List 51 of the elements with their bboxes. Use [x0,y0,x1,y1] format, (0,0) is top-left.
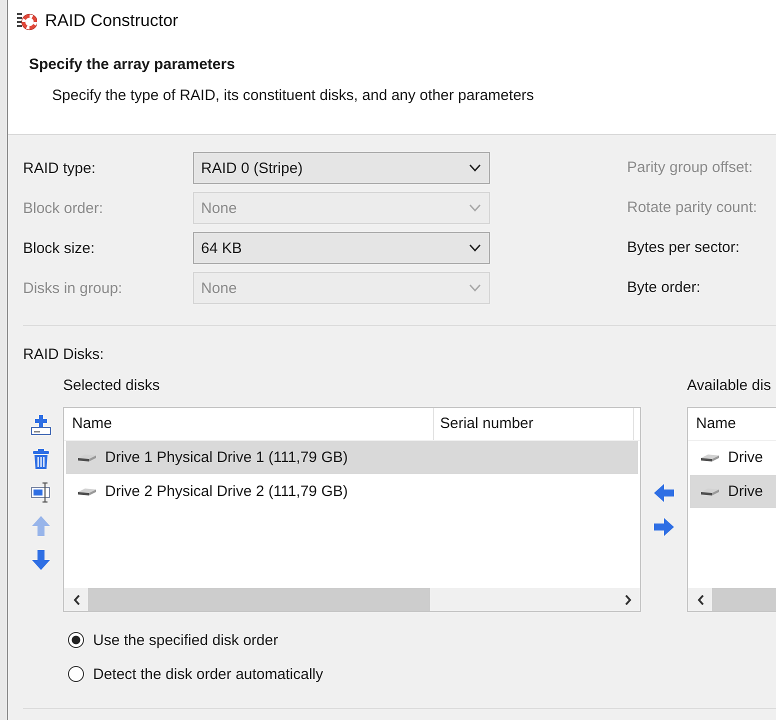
table-row[interactable]: Drive 2 Physical Drive 2 (111,79 GB) [66,475,638,508]
field-label: Byte order: [627,278,702,298]
chevron-left-icon[interactable] [73,594,81,606]
radio-button[interactable] [68,632,84,648]
table-row[interactable]: Drive [690,475,776,508]
lifebuoy-icon [17,11,37,31]
field-label: Disks in group: [23,280,124,296]
radio-button[interactable] [68,666,84,682]
chevron-down-icon [469,164,481,172]
chevron-right-icon[interactable] [624,594,632,606]
field-label: Block size: [23,240,96,256]
field-label: Bytes per sector: [627,238,741,258]
chevron-down-icon [469,244,481,252]
page-description: Specify the type of RAID, its constituent disks, and any other parameters [51,86,535,106]
window-title: RAID Constructor [45,11,178,31]
list-label: Available dis [687,377,771,394]
table-cell: Drive 2 Physical Drive 2 (111,79 GB) [105,483,348,500]
drive-icon [77,452,97,462]
field-label: Block order: [23,200,104,216]
section-label: RAID Disks: [23,345,105,365]
trash-icon[interactable] [30,448,52,470]
add-disk-icon[interactable] [30,414,52,436]
chevron-down-icon [469,204,481,212]
arrow-down-icon[interactable] [30,548,52,571]
box-cursor-icon[interactable] [30,481,52,504]
scrollbar-thumb[interactable] [88,588,430,611]
dropdown[interactable]: 64 KB [193,232,490,264]
field-label: RAID type: [23,160,97,176]
list-label: Selected disks [63,377,160,394]
chevron-down-icon [469,284,481,292]
drive-icon [700,486,720,496]
column-header[interactable]: Serial number [434,408,634,440]
horizontal-scrollbar[interactable] [64,588,640,611]
table-row[interactable]: Drive 1 Physical Drive 1 (111,79 GB) [66,441,638,474]
radio-label: Detect the disk order automatically [93,666,324,682]
field-label: Parity group offset: [627,158,754,178]
column-header[interactable]: Name [688,408,776,440]
arrow-left-icon[interactable] [653,482,675,504]
field-label: Rotate parity count: [627,198,758,218]
table-row[interactable]: Drive [690,441,776,474]
table-cell: Drive 1 Physical Drive 1 (111,79 GB) [105,449,348,466]
drive-icon [700,452,720,462]
arrow-right-icon[interactable] [653,516,675,538]
column-header[interactable]: Name [64,408,434,440]
page-title: Specify the array parameters [28,55,236,75]
radio-label: Use the specified disk order [93,632,278,648]
dropdown[interactable]: RAID 0 (Stripe) [193,152,490,184]
drive-icon [77,486,97,496]
table-cell: Drive [728,449,764,466]
table-cell: Drive [728,483,764,500]
chevron-left-icon[interactable] [697,594,705,606]
